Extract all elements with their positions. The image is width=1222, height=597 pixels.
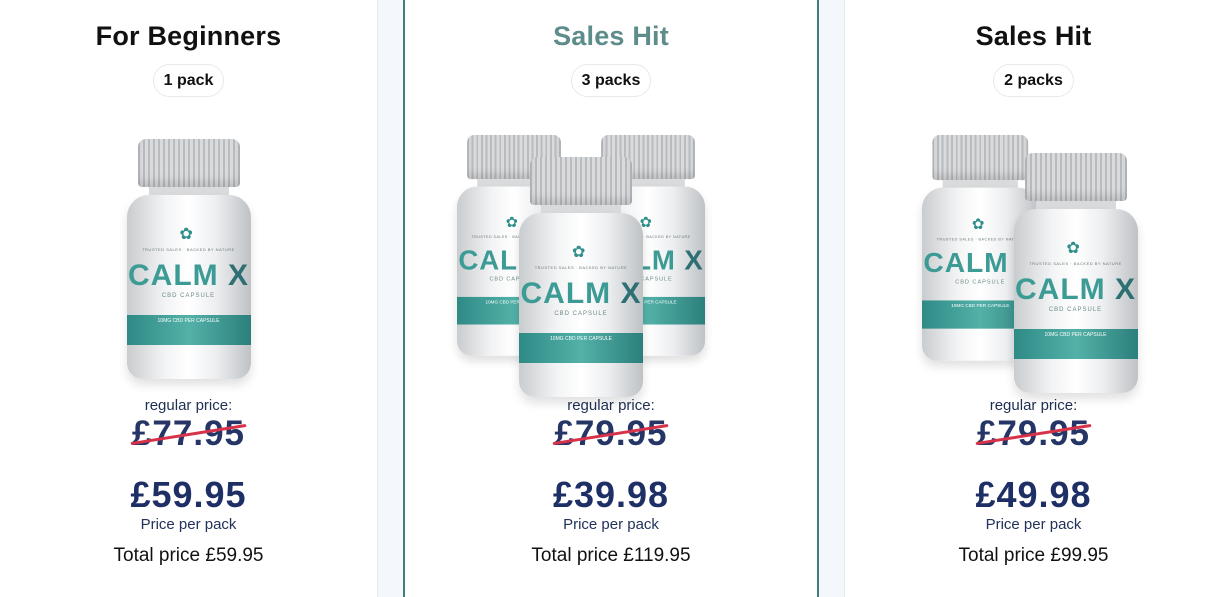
pack-count-badge: 1 pack (152, 64, 225, 97)
cannabis-leaf-icon: ✿ (572, 244, 586, 261)
price-per-pack-label: Price per pack (140, 516, 237, 533)
cannabis-leaf-icon: ✿ (1066, 240, 1080, 257)
offer-card-1-pack[interactable]: For Beginners 1 pack ✿ TRUSTED SALES · B… (0, 0, 378, 597)
price-per-pack-label: Price per pack (563, 516, 659, 533)
regular-price-label: regular price: (144, 397, 233, 414)
product-image: ✿ TRUSTED SALES · BACKED BY NATURE CALM … (39, 135, 339, 385)
regular-price-label: regular price: (567, 397, 655, 414)
bottle-image: ✿ TRUSTED SALES · BACKED BY NATURE CALM … (519, 157, 643, 397)
product-image: ✿ TRUSTED SALES · BACKED BY NATURE CALM … (457, 135, 761, 397)
offer-title: For Beginners (95, 21, 282, 51)
offer-card-2-packs[interactable]: Sales Hit 2 packs ✿ TRUSTED SALES · BACK… (844, 0, 1222, 597)
regular-price-label: regular price: (989, 397, 1078, 414)
regular-price: £79.95 (552, 415, 670, 453)
sale-price: £49.98 (975, 474, 1092, 515)
offer-card-3-packs[interactable]: Sales Hit 3 packs ✿ TRUSTED SALES · BACK… (403, 0, 819, 597)
total-price: Total price £99.95 (958, 545, 1109, 566)
regular-price: £77.95 (130, 415, 247, 453)
total-price: Total price £119.95 (531, 545, 691, 566)
offer-title: Sales Hit (975, 21, 1092, 51)
sale-price: £59.95 (130, 474, 247, 515)
bottle-image: ✿ TRUSTED SALES · BACKED BY NATURE CALM … (1013, 153, 1138, 393)
product-image: ✿ TRUSTED SALES · BACKED BY NATURE CALM … (884, 135, 1184, 393)
offer-title: Sales Hit (553, 21, 669, 51)
regular-price: £79.95 (975, 415, 1092, 453)
total-price: Total price £59.95 (113, 545, 264, 566)
bottle-image: ✿ TRUSTED SALES · BACKED BY NATURE CALM … (126, 139, 251, 379)
pack-count-badge: 3 packs (570, 64, 652, 97)
pack-count-badge: 2 packs (993, 64, 1074, 97)
price-per-pack-label: Price per pack (985, 516, 1082, 533)
cannabis-leaf-icon: ✿ (179, 226, 193, 243)
sale-price: £39.98 (552, 474, 670, 515)
